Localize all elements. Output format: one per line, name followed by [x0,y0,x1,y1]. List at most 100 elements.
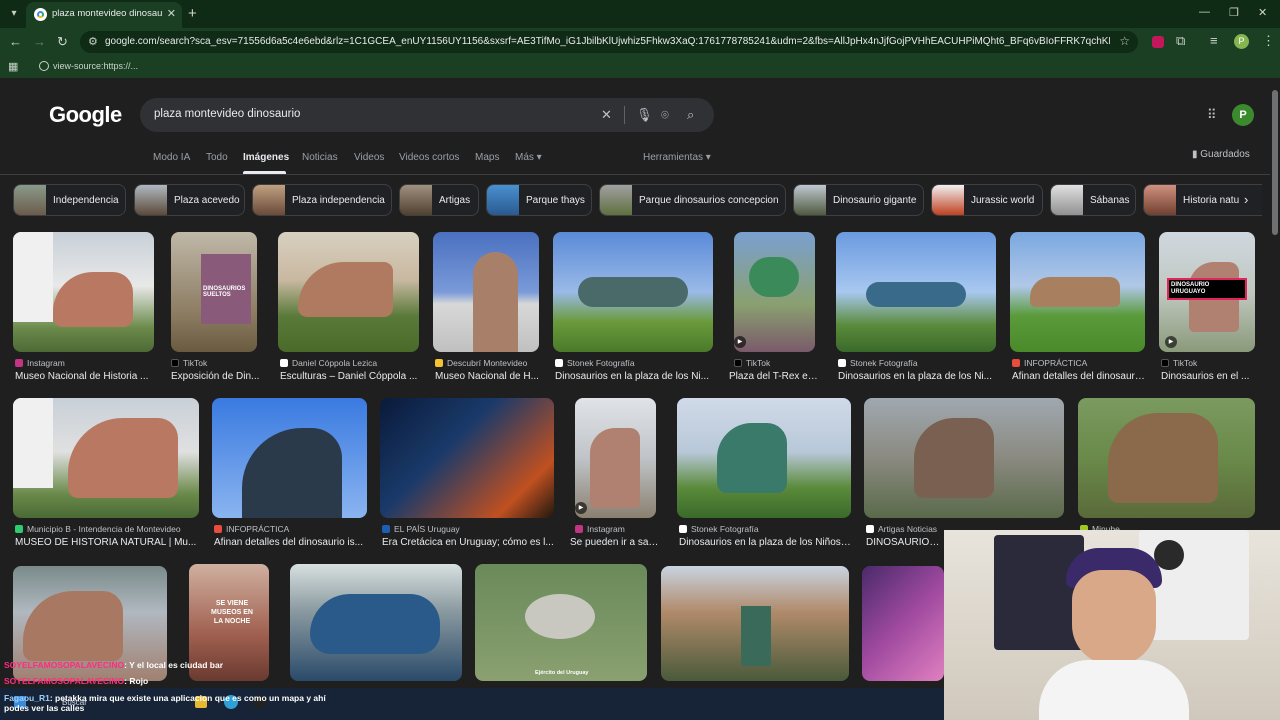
result-source: Municipio B - Intendencia de Montevideo [15,524,205,534]
clear-icon[interactable]: ✕ [601,107,612,123]
extension-icon[interactable] [1152,36,1164,48]
profile-avatar[interactable]: P [1234,34,1249,49]
chip-thumbnail [1144,185,1176,215]
new-tab-icon[interactable]: + [188,5,197,22]
chip-independencia[interactable]: Independencia [13,184,126,216]
tools-button[interactable]: Herramientas ▾ [643,152,711,163]
microphone-icon[interactable]: 🎙 [636,107,653,123]
result-thumbnail[interactable] [278,232,419,352]
extensions-puzzle-icon[interactable]: ⧉ [1176,33,1185,49]
apps-grid-icon[interactable]: ▦ [8,60,18,73]
result-thumbnail[interactable] [212,398,367,518]
result-thumbnail[interactable] [734,232,815,352]
result-thumbnail[interactable]: Ejército del Uruguay [475,564,647,681]
image-caption: DINOSAURIO URUGUAYO [1171,282,1210,295]
search-input[interactable]: plaza montevideo dinosaurio [154,108,300,120]
result-title[interactable]: MUSEO DE HISTORIA NATURAL | Mu... [15,537,201,548]
tab-short-videos[interactable]: Videos cortos [399,152,459,163]
result-thumbnail[interactable]: DINOSAURIO URUGUAYO [1159,232,1255,352]
result-title[interactable]: Se pueden ir a sac... [570,537,660,548]
tab-ai-mode[interactable]: Modo IA [153,152,190,163]
maximize-icon[interactable]: ❐ [1229,6,1239,19]
result-source: Descubrí Montevideo [435,358,539,368]
result-title[interactable]: Dinosaurios en la plaza de los Ni... [838,371,996,382]
result-thumbnail[interactable]: DINOSAURIOS SUELTOS [171,232,257,352]
camera-lens-icon[interactable]: ⌾ [661,107,669,123]
google-logo[interactable]: Google [49,102,122,128]
result-thumbnail[interactable] [575,398,656,518]
bookmark-star-icon[interactable]: ☆ [1119,34,1130,48]
result-title[interactable]: Dinosaurios en el ... [1161,371,1255,382]
site-info-icon[interactable]: ⚙ [88,35,98,48]
reading-list-icon[interactable]: ≡ [1210,33,1218,48]
chip-thumbnail [253,185,285,215]
result-title[interactable]: Era Cretácica en Uruguay; cómo es l... [382,537,554,548]
result-thumbnail[interactable] [433,232,539,352]
tab-videos[interactable]: Videos [354,152,384,163]
chip-artigas[interactable]: Artigas [399,184,479,216]
search-tabs: Modo IA Todo Imágenes Noticias Videos Vi… [0,150,1280,174]
tab-maps[interactable]: Maps [475,152,499,163]
result-thumbnail[interactable] [290,564,462,681]
address-bar[interactable]: ⚙ google.com/search?sca_esv=71556d6a5c4e… [80,31,1138,53]
minimize-icon[interactable]: — [1199,6,1210,18]
reload-icon[interactable]: ↻ [57,34,68,50]
result-thumbnail[interactable] [13,398,199,518]
result-thumbnail[interactable] [836,232,996,352]
result-title[interactable]: DINOSAURIOS: IN... [866,537,946,548]
close-window-icon[interactable]: ✕ [1258,6,1267,19]
chips-next-icon[interactable]: › [1244,192,1248,207]
result-thumbnail[interactable] [1010,232,1145,352]
result-title[interactable]: Dinosaurios en la plaza de los Ni... [555,371,713,382]
chip-plaza-independencia[interactable]: Plaza independencia [252,184,392,216]
back-icon[interactable]: ← [9,34,22,49]
result-title[interactable]: Afinan detalles del dinosaurio is... [214,537,367,548]
result-source: TikTok [1161,358,1255,368]
tab-news[interactable]: Noticias [302,152,338,163]
chip-jurassic-world[interactable]: Jurassic world [931,184,1043,216]
browser-tabstrip: ▾ plaza montevideo dinosaurio · ✕ + — ❐ … [0,0,1280,28]
chip-label: Independencia [53,195,119,206]
result-title[interactable]: Esculturas – Daniel Cóppola ... [280,371,420,382]
result-thumbnail[interactable] [864,398,1064,518]
browser-menu-icon[interactable]: ⋮ [1262,33,1275,49]
result-thumbnail[interactable] [380,398,554,518]
chip-parque-thays[interactable]: Parque thays [486,184,592,216]
chip-thumbnail [135,185,167,215]
chip-dinosaurio-gigante[interactable]: Dinosaurio gigante [793,184,924,216]
tab-all[interactable]: Todo [206,152,228,163]
result-title[interactable]: Exposición de Din... [171,371,261,382]
result-source: Stonek Fotografía [838,358,996,368]
result-thumbnail[interactable] [553,232,713,352]
result-source: Instagram [15,358,155,368]
search-box[interactable]: plaza montevideo dinosaurio ✕ 🎙 ⌾ ⌕ [140,98,714,132]
bookmarks-bar: ▦ view-source:https://... [0,56,1280,78]
chip-plaza-acevedo[interactable]: Plaza acevedo [134,184,245,216]
bookmark-item[interactable]: view-source:https://... [53,61,138,71]
chip-sabanas[interactable]: Sábanas [1050,184,1136,216]
result-thumbnail[interactable] [862,566,944,681]
close-tab-icon[interactable]: ✕ [167,7,176,20]
result-title[interactable]: Plaza del T-Rex en... [729,371,819,382]
result-title[interactable]: Museo Nacional de Historia ... [15,371,155,382]
saved-button[interactable]: ▮ Guardados [1192,149,1250,160]
account-avatar[interactable]: P [1232,104,1254,126]
tab-more[interactable]: Más ▾ [515,152,542,163]
result-thumbnail[interactable] [1078,398,1255,518]
result-source: INFOPRÁCTICA [214,524,367,534]
tab-search-icon[interactable]: ▾ [4,4,24,24]
result-title[interactable]: Dinosaurios en la plaza de los Niños ... [679,537,851,548]
scrollbar-thumb[interactable] [1272,90,1278,235]
result-thumbnail[interactable] [661,566,849,681]
forward-icon[interactable]: → [33,34,46,49]
google-apps-icon[interactable]: ⠿ [1207,107,1217,123]
result-title[interactable]: Museo Nacional de H... [435,371,539,382]
result-thumbnail[interactable] [677,398,851,518]
chip-parque-dinosaurios-concepcion[interactable]: Parque dinosaurios concepcion [599,184,786,216]
search-icon[interactable]: ⌕ [687,107,694,123]
tab-images[interactable]: Imágenes [243,152,289,163]
browser-tab[interactable]: plaza montevideo dinosaurio · ✕ [26,2,182,28]
result-thumbnail[interactable] [13,232,154,352]
play-icon: ▶ [1165,336,1177,348]
result-title[interactable]: Afinan detalles del dinosauri... [1012,371,1145,382]
